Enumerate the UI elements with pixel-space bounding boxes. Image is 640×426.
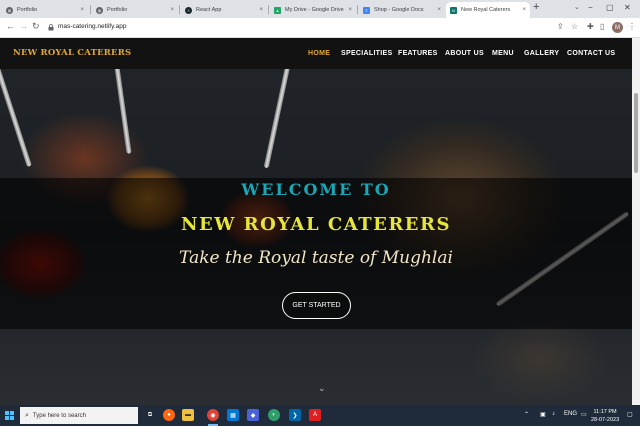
task-view-icon[interactable]: ⧉ <box>144 409 156 421</box>
nav-gallery[interactable]: GALLERY <box>524 50 559 57</box>
back-button[interactable]: ← <box>6 21 15 31</box>
site-favicon-icon: N <box>450 6 457 14</box>
google-drive-icon: ▲ <box>274 6 281 14</box>
new-tab-button[interactable]: + <box>533 1 539 13</box>
bookmark-star-icon[interactable]: ☆ <box>571 22 578 31</box>
browser-tab[interactable]: ≡ Shop - Google Docs × <box>359 2 445 18</box>
battery-icon[interactable]: ▭ <box>581 411 587 418</box>
close-icon[interactable]: × <box>259 7 263 13</box>
address-bar[interactable]: mas-catering.netlify.app <box>58 23 127 30</box>
site-header: NEW ROYAL CATERERS HOME SPECIALITIES FEA… <box>0 38 632 69</box>
close-icon[interactable]: × <box>522 7 526 13</box>
forward-button[interactable]: → <box>19 21 28 31</box>
nav-menu[interactable]: MENU <box>492 50 514 57</box>
site-logo[interactable]: NEW ROYAL CATERERS <box>13 48 131 58</box>
language-indicator[interactable]: ENG <box>564 411 577 417</box>
globe-icon: ◍ <box>96 6 103 14</box>
store-icon[interactable]: ▦ <box>227 409 239 421</box>
browser-tab-strip: ◍ Portfolio × ◍ Portfolio × ⚛ React App … <box>0 0 640 18</box>
browser-tab-active[interactable]: N New Royal Caterers × <box>446 2 530 18</box>
minimize-button[interactable]: − <box>588 3 593 12</box>
app-icon[interactable]: ◆ <box>247 409 259 421</box>
hero-title: NEW ROYAL CATERERS <box>181 214 451 235</box>
close-icon[interactable]: × <box>437 7 441 13</box>
menu-icon[interactable]: ⋮ <box>628 22 636 31</box>
close-icon[interactable]: × <box>80 7 84 13</box>
scrollbar-thumb[interactable] <box>634 93 638 173</box>
file-explorer-icon[interactable]: ▬ <box>182 409 194 421</box>
reload-button[interactable]: ↻ <box>32 21 40 32</box>
browser-tab[interactable]: ▲ My Drive - Google Drive × <box>270 2 356 18</box>
network-icon[interactable]: ▣ <box>540 411 546 418</box>
nav-specialities[interactable]: SPECIALITIES <box>341 50 392 57</box>
nav-home[interactable]: HOME <box>308 50 330 57</box>
firefox-icon[interactable]: ● <box>163 409 175 421</box>
windows-start-icon[interactable] <box>5 411 14 420</box>
browser-tab[interactable]: ◍ Portfolio × <box>2 2 88 18</box>
browser-toolbar: ← → ↻ mas-catering.netlify.app ⇪ ☆ ✚ ▯ M… <box>0 18 640 38</box>
vscode-icon[interactable]: ❯ <box>289 409 301 421</box>
taskbar-clock[interactable]: 11:17 PM 28-07-2023 <box>591 408 619 424</box>
browser-tab[interactable]: ◍ Portfolio × <box>92 2 178 18</box>
lock-icon <box>48 24 54 31</box>
website-viewport: NEW ROYAL CATERERS HOME SPECIALITIES FEA… <box>0 38 632 405</box>
taskbar-search-box[interactable]: ⌕ Type here to search <box>20 407 138 424</box>
profile-avatar[interactable]: M <box>612 22 623 33</box>
extensions-icon[interactable]: ✚ <box>587 22 594 31</box>
search-icon: ⌕ <box>25 411 29 419</box>
google-docs-icon: ≡ <box>363 6 370 14</box>
tab-search-icon[interactable]: ⌄ <box>574 3 580 11</box>
windows-taskbar: ⌕ Type here to search ⧉ ● ▬ ◉ ▦ ◆ ◐ ❯ A … <box>0 405 640 426</box>
tray-overflow-icon[interactable]: ⌃ <box>524 411 529 418</box>
hero-tagline: Take the Royal taste of Mughlai <box>179 248 453 268</box>
notification-icon[interactable]: ▢ <box>627 411 633 418</box>
edge-icon[interactable]: ◐ <box>268 409 280 421</box>
globe-icon: ◍ <box>6 6 13 14</box>
sidebar-icon[interactable]: ▯ <box>600 22 604 31</box>
volume-icon[interactable]: ♪ <box>552 411 555 417</box>
share-icon[interactable]: ⇪ <box>557 22 564 31</box>
nav-contact-us[interactable]: CONTACT US <box>567 50 615 57</box>
chrome-icon[interactable]: ◉ <box>207 409 219 421</box>
nav-about-us[interactable]: ABOUT US <box>445 50 484 57</box>
maximize-button[interactable]: ▢ <box>606 3 614 12</box>
nav-features[interactable]: FEATURES <box>398 50 438 57</box>
page-scrollbar[interactable] <box>632 38 640 405</box>
close-icon[interactable]: × <box>170 7 174 13</box>
hero-welcome: WELCOME TO <box>241 180 391 199</box>
pdf-reader-icon[interactable]: A <box>309 409 321 421</box>
react-icon: ⚛ <box>185 6 192 14</box>
browser-tab[interactable]: ⚛ React App × <box>181 2 267 18</box>
close-icon[interactable]: × <box>348 7 352 13</box>
get-started-button[interactable]: GET STARTED <box>282 292 351 319</box>
close-window-button[interactable]: ✕ <box>624 3 631 12</box>
chevron-down-icon[interactable]: ⌄ <box>318 383 326 394</box>
